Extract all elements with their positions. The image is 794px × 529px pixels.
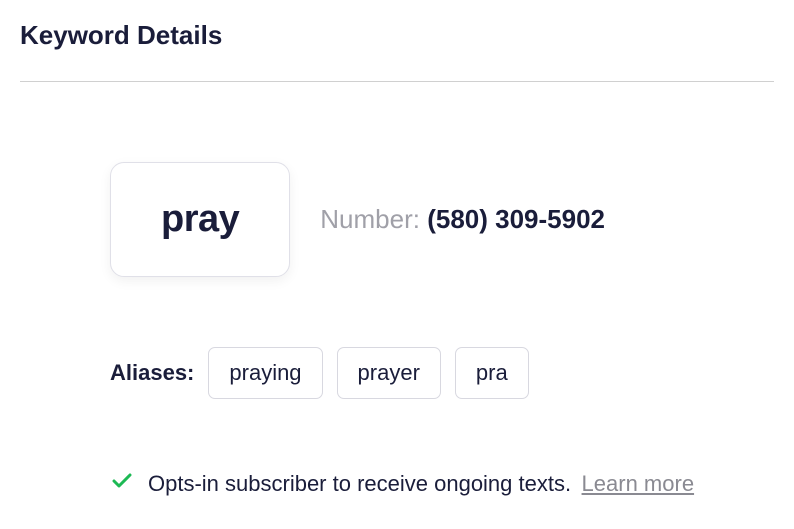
number-value: (580) 309-5902 bbox=[427, 204, 605, 234]
optin-message-wrap: Opts-in subscriber to receive ongoing te… bbox=[148, 471, 694, 497]
alias-chip[interactable]: prayer bbox=[337, 347, 441, 399]
alias-chip[interactable]: praying bbox=[208, 347, 322, 399]
keyword-card: pray bbox=[110, 162, 290, 277]
aliases-label: Aliases: bbox=[110, 360, 194, 386]
aliases-row: Aliases: praying prayer pra bbox=[20, 347, 774, 399]
optin-row: Opts-in subscriber to receive ongoing te… bbox=[20, 469, 774, 498]
optin-text: Opts-in subscriber to receive ongoing te… bbox=[148, 471, 571, 496]
keyword-row: pray Number: (580) 309-5902 bbox=[20, 162, 774, 277]
number-container: Number: (580) 309-5902 bbox=[320, 204, 605, 235]
number-label: Number: bbox=[320, 204, 427, 234]
page-title: Keyword Details bbox=[20, 20, 774, 51]
learn-more-link[interactable]: Learn more bbox=[582, 471, 695, 496]
alias-chip[interactable]: pra bbox=[455, 347, 529, 399]
keyword-text: pray bbox=[161, 198, 239, 240]
divider bbox=[20, 81, 774, 82]
check-icon bbox=[110, 469, 134, 498]
